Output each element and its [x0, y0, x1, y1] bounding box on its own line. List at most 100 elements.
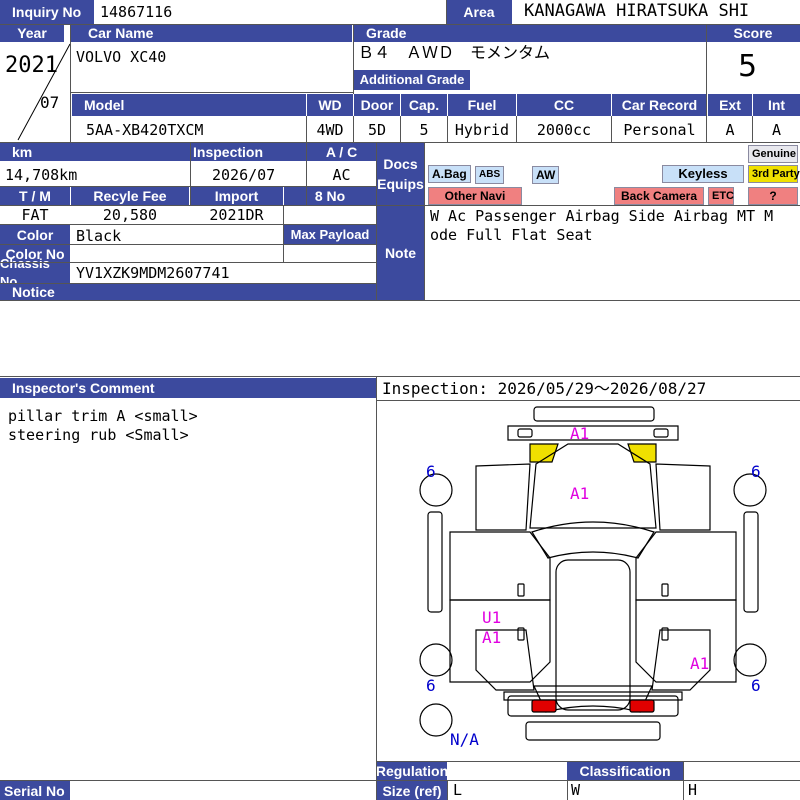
rear-bumper-shape — [525, 721, 661, 741]
import-value: 2021DR — [209, 206, 264, 224]
size-l-label: L — [453, 781, 463, 799]
car-record-value: Personal — [623, 121, 696, 139]
front-bumper-shape — [533, 406, 655, 422]
mark-tire-rl: 6 — [426, 676, 436, 695]
equip-abs-badge: ABS — [475, 166, 505, 184]
color-label: Color — [0, 225, 70, 244]
fuel-value: Hybrid — [454, 121, 510, 139]
note-line-2: ode Full Flat Seat — [430, 226, 593, 244]
grade-label: Grade — [354, 24, 706, 42]
note-label: Note — [377, 206, 424, 300]
equip-abag-badge: A.Bag — [428, 165, 471, 183]
inquiry-no-label: Inquiry No — [0, 0, 94, 24]
eight-no-label: 8 No — [284, 187, 376, 205]
inspection-label: Inspection — [191, 143, 306, 161]
left-front-door-shape — [449, 531, 551, 601]
serial-no-label: Serial No — [0, 781, 70, 800]
recycle-fee-value: 20,580 — [102, 206, 158, 224]
right-sill-shape — [743, 511, 759, 613]
left-sill-shape — [427, 511, 443, 613]
car-record-label: Car Record — [612, 94, 707, 116]
mark-spare: N/A — [450, 730, 479, 749]
inspector-comment-label: Inspector's Comment — [0, 378, 376, 398]
int-label: Int — [753, 94, 800, 116]
year-diagonal — [17, 43, 71, 141]
notice-label: Notice — [0, 284, 376, 300]
ext-label: Ext — [708, 94, 752, 116]
equip-keyless-badge: Keyless — [662, 165, 744, 183]
size-h-label: H — [688, 781, 698, 799]
equip-genuine-badge: Genuine — [748, 145, 798, 163]
area-value: KANAGAWA HIRATSUKA SHI — [524, 1, 750, 21]
tire-front-right-shape — [733, 473, 767, 507]
tire-front-left-shape — [419, 473, 453, 507]
tire-rear-left-shape — [419, 643, 453, 677]
docs-label: Docs — [383, 156, 418, 172]
equip-other-navi-badge: Other Navi — [428, 187, 522, 205]
grade-value: Ｂ４ ＡＷＤ モメンタム — [358, 43, 551, 62]
km-label: km — [0, 143, 190, 161]
score-value: 5 — [738, 49, 758, 84]
car-name-label: Car Name — [70, 24, 352, 42]
equips-label: Equips — [377, 176, 424, 192]
right-front-fender-shape — [655, 463, 711, 531]
year-label: Year — [0, 24, 64, 42]
tire-rear-right-shape — [733, 643, 767, 677]
spare-tire-shape — [419, 703, 453, 737]
inquiry-no-value: 14867116 — [100, 3, 173, 21]
size-w-label: W — [571, 781, 581, 799]
mark-door-a1: A1 — [482, 628, 502, 647]
chassis-no-value: YV1XZK9MDM2607741 — [76, 264, 230, 282]
additional-grade-label: Additional Grade — [354, 70, 470, 90]
size-ref-label: Size (ref) — [377, 781, 447, 800]
cap-value: 5 — [419, 121, 429, 139]
color-value: Black — [76, 227, 122, 245]
door-value: 5D — [367, 121, 387, 139]
comment-line-2: steering rub <Small> — [8, 426, 189, 444]
cc-value: 2000cc — [536, 121, 592, 139]
mark-rear-a1: A1 — [690, 654, 710, 673]
left-taillight-shape — [531, 699, 557, 713]
docs-equips-label: Docs Equips — [377, 143, 424, 205]
mark-tire-rr: 6 — [751, 676, 761, 695]
tm-label: T / M — [0, 187, 70, 205]
model-label: Model — [72, 94, 306, 116]
right-front-door-shape — [635, 531, 737, 601]
wd-value: 4WD — [316, 121, 344, 139]
equip-etc-badge: ETC — [708, 187, 734, 205]
left-front-fender-shape — [475, 463, 531, 531]
int-value: A — [771, 121, 782, 139]
max-payload-label: Max Payload — [284, 225, 376, 244]
door-label: Door — [354, 94, 400, 116]
equip-aw-badge: AW — [532, 166, 560, 184]
equip-third-party-badge: 3rd Party — [748, 165, 800, 183]
fuel-label: Fuel — [448, 94, 516, 116]
area-label: Area — [446, 0, 512, 24]
mark-front-a1: A1 — [570, 424, 590, 443]
regulation-label: Regulation — [375, 762, 449, 780]
mark-tire-fl: 6 — [426, 462, 436, 481]
car-name-value: VOLVO XC40 — [76, 48, 167, 66]
equip-back-camera-badge: Back Camera — [614, 187, 704, 205]
ac-value: AC — [332, 166, 351, 184]
classification-label: Classification — [567, 762, 683, 780]
ac-label: A / C — [307, 143, 376, 161]
car-diagram — [419, 406, 767, 741]
comment-line-1: pillar trim A <small> — [8, 407, 198, 425]
wd-label: WD — [307, 94, 353, 116]
mark-hood-a1: A1 — [570, 484, 590, 503]
equip-unknown-badge: ? — [748, 187, 798, 205]
roof-shape — [555, 559, 631, 711]
right-taillight-shape — [629, 699, 655, 713]
km-value: 14,708km — [5, 166, 78, 184]
hood-shape — [529, 443, 657, 529]
score-label: Score — [706, 24, 800, 42]
inspection-period: Inspection: 2026/05/29〜2026/08/27 — [382, 379, 707, 398]
inspection-value: 2026/07 — [212, 166, 276, 184]
note-line-1: W Ac Passenger Airbag Side Airbag MT M — [430, 207, 774, 225]
cc-label: CC — [517, 94, 611, 116]
import-label: Import — [190, 187, 283, 205]
model-value: 5AA-XB420TXCM — [86, 121, 204, 139]
mark-tire-fr: 6 — [751, 462, 761, 481]
mark-door-u1: U1 — [482, 608, 502, 627]
